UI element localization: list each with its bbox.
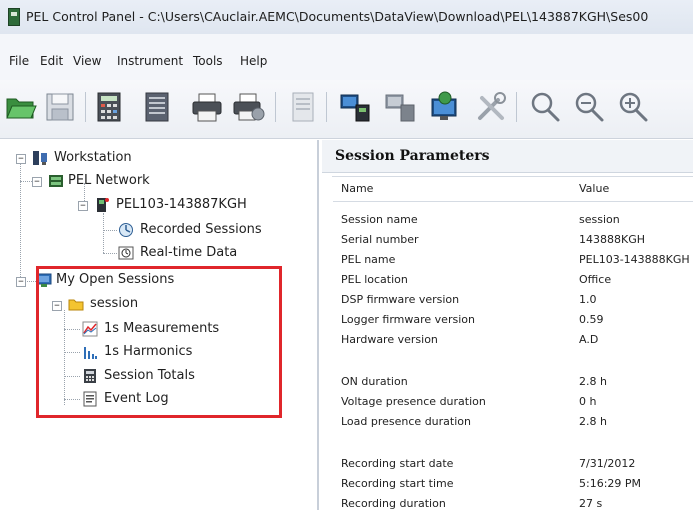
param-value: session	[579, 213, 620, 226]
workstation-icon	[33, 151, 47, 165]
panel-header: Session Parameters	[322, 140, 693, 173]
save-icon[interactable]	[43, 90, 77, 124]
param-value: A.D	[579, 333, 599, 346]
table-row[interactable]	[333, 350, 693, 370]
tree-item-workstation[interactable]: Workstation	[54, 150, 132, 165]
app-icon	[8, 8, 20, 26]
param-name: Load presence duration	[341, 415, 471, 428]
param-name: Recording duration	[341, 497, 446, 510]
collapse-toggle[interactable]: −	[16, 154, 26, 164]
connect-instrument-icon[interactable]	[338, 90, 372, 124]
table-row[interactable]: PEL name PEL103-143888KGH	[333, 250, 693, 270]
param-name: PEL name	[341, 253, 396, 266]
param-name: Logger firmware version	[341, 313, 475, 326]
table-row[interactable]	[333, 432, 693, 452]
table-row[interactable]: Recording start time 5:16:29 PM	[333, 474, 693, 494]
toolbar-separator	[326, 92, 327, 122]
param-value: 143888KGH	[579, 233, 645, 246]
tree-item-device[interactable]: PEL103-143887KGH	[116, 197, 247, 212]
param-value: 0 h	[579, 395, 597, 408]
collapse-toggle[interactable]: −	[32, 177, 42, 187]
instrument-icon	[97, 198, 109, 212]
open-folder-icon[interactable]	[4, 90, 38, 124]
toolbar-separator	[275, 92, 276, 122]
table-row[interactable]: Hardware version A.D	[333, 330, 693, 350]
menu-instrument[interactable]: Instrument	[117, 54, 183, 68]
collapse-toggle[interactable]: −	[16, 277, 26, 287]
realtime-data-icon	[118, 246, 134, 260]
print-setup-icon[interactable]	[232, 90, 266, 124]
param-value: 27 s	[579, 497, 603, 510]
zoom-icon[interactable]	[528, 90, 562, 124]
tree-item-recorded-sessions[interactable]: Recorded Sessions	[140, 222, 262, 237]
param-value: 7/31/2012	[579, 457, 636, 470]
header-divider	[333, 201, 693, 202]
param-name: PEL location	[341, 273, 408, 286]
menu-help[interactable]: Help	[240, 54, 267, 68]
toolbar	[0, 80, 693, 139]
param-value: PEL103-143888KGH	[579, 253, 690, 266]
parameters-table: Name Value Session name session Serial nu…	[332, 176, 693, 510]
param-value: 0.59	[579, 313, 604, 326]
toolbar-separator	[85, 92, 86, 122]
table-row[interactable]: Serial number 143888KGH	[333, 230, 693, 250]
param-name: DSP firmware version	[341, 293, 460, 306]
param-value: Office	[579, 273, 612, 286]
panel-title: Session Parameters	[335, 148, 490, 164]
menu-tools[interactable]: Tools	[193, 54, 223, 68]
param-name: ON duration	[341, 375, 408, 388]
param-name: Recording start date	[341, 457, 454, 470]
instrument-status-icon[interactable]	[428, 90, 462, 124]
param-name: Session name	[341, 213, 418, 226]
table-row[interactable]: Logger firmware version 0.59	[333, 310, 693, 330]
table-row[interactable]: Recording duration 27 s	[333, 494, 693, 514]
table-row[interactable]: ON duration 2.8 h	[333, 372, 693, 392]
network-icon	[49, 175, 63, 187]
param-value: 2.8 h	[579, 375, 607, 388]
session-parameters-panel: Session Parameters Name Value Session na…	[322, 140, 693, 510]
tools-icon[interactable]	[474, 90, 508, 124]
zoom-out-icon[interactable]	[572, 90, 606, 124]
table-row[interactable]: Recording start date 7/31/2012	[333, 454, 693, 474]
table-row[interactable]: Session name session	[333, 210, 693, 230]
window-title: PEL Control Panel - C:\Users\CAuclair.AE…	[26, 9, 649, 24]
table-row[interactable]: PEL location Office	[333, 270, 693, 290]
table-row[interactable]: Load presence duration 2.8 h	[333, 412, 693, 432]
table-row[interactable]: Voltage presence duration 0 h	[333, 392, 693, 412]
collapse-toggle[interactable]: −	[78, 201, 88, 211]
toolbar-separator	[516, 92, 517, 122]
param-name: Serial number	[341, 233, 419, 246]
param-name: Voltage presence duration	[341, 395, 486, 408]
title-bar: PEL Control Panel - C:\Users\CAuclair.AE…	[0, 0, 693, 35]
param-value: 1.0	[579, 293, 597, 306]
param-value: 2.8 h	[579, 415, 607, 428]
menu-view[interactable]: View	[73, 54, 101, 68]
param-value: 5:16:29 PM	[579, 477, 642, 490]
tree-connector	[103, 213, 104, 253]
tree-item-pel-network[interactable]: PEL Network	[68, 173, 150, 188]
menu-edit[interactable]: Edit	[40, 54, 63, 68]
tree-connector	[103, 253, 117, 254]
report-icon[interactable]	[140, 90, 174, 124]
table-row[interactable]: DSP firmware version 1.0	[333, 290, 693, 310]
disconnect-instrument-icon[interactable]	[383, 90, 417, 124]
zoom-in-icon[interactable]	[616, 90, 650, 124]
tree-connector	[103, 230, 117, 231]
print-icon[interactable]	[190, 90, 224, 124]
param-name: Recording start time	[341, 477, 454, 490]
menu-bar: File Edit View Instrument Tools Help	[0, 34, 693, 81]
recorded-sessions-icon	[119, 223, 133, 237]
param-name: Hardware version	[341, 333, 438, 346]
menu-file[interactable]: File	[9, 54, 29, 68]
calculator-icon[interactable]	[92, 90, 126, 124]
report-disabled-icon[interactable]	[286, 90, 320, 124]
highlight-box	[36, 266, 282, 418]
column-header-value[interactable]: Value	[579, 177, 609, 201]
column-header-name[interactable]: Name	[341, 177, 373, 201]
tree-item-realtime-data[interactable]: Real-time Data	[140, 245, 237, 260]
